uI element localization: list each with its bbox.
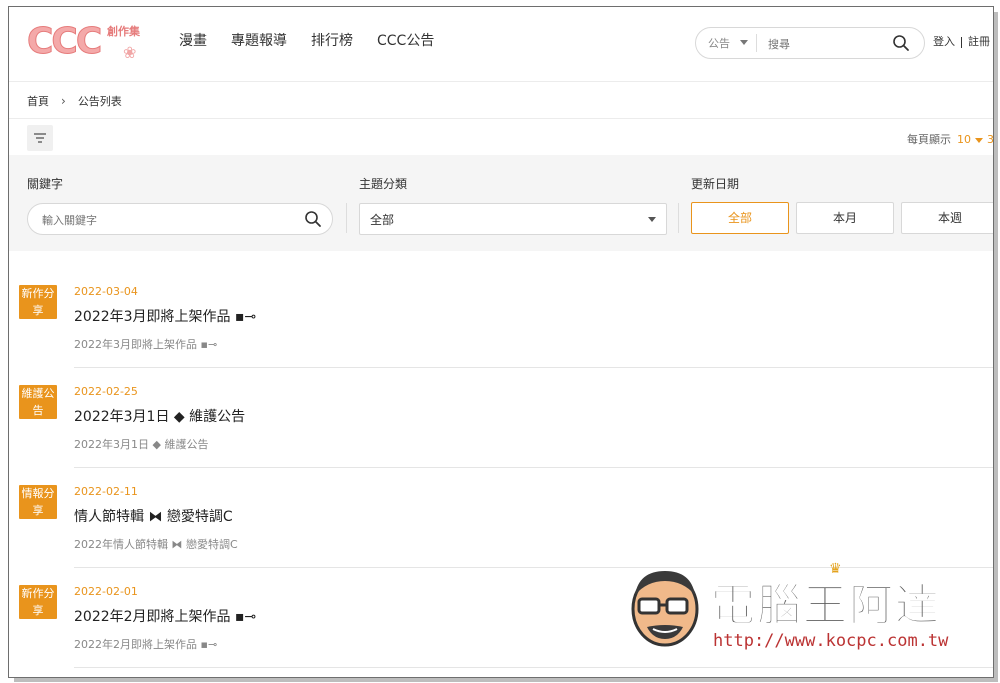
category-select[interactable]: 全部 <box>359 203 667 235</box>
date-option-month[interactable]: 本月 <box>796 202 894 234</box>
item-description: 2022年2月即將上架作品 ▪⊸ <box>74 638 218 651</box>
nav-item-announcements[interactable]: CCC公告 <box>377 31 434 51</box>
chevron-down-icon[interactable] <box>740 40 748 45</box>
category-badge: 維護公告 <box>19 385 57 419</box>
page-frame: CCC 創作集 ❀ 漫畫 專題報導 排行榜 CCC公告 公告 登入註冊 首頁 ›… <box>8 6 994 678</box>
logo-subtitle: 創作集 <box>107 25 140 38</box>
breadcrumb: 首頁 › 公告列表 <box>27 93 122 109</box>
item-description: 2022年3月1日 ◆ 維護公告 <box>74 438 209 451</box>
caret-down-icon <box>648 217 656 222</box>
search-input[interactable] <box>766 34 880 54</box>
register-link[interactable]: 註冊 <box>968 35 990 48</box>
list-item[interactable]: 新作分享 2022-03-04 2022年3月即將上架作品 ▪⊸ 2022年3月… <box>9 269 993 369</box>
per-page-label: 每頁顯示 <box>907 133 951 146</box>
filter-icon <box>34 133 46 143</box>
item-title[interactable]: 2022年3月即將上架作品 ▪⊸ <box>74 306 256 326</box>
category-label: 主題分類 <box>359 177 408 191</box>
main-nav: 漫畫 專題報導 排行榜 CCC公告 <box>179 31 458 51</box>
site-logo[interactable]: CCC 創作集 ❀ <box>26 17 155 67</box>
nav-item-comics[interactable]: 漫畫 <box>179 31 207 51</box>
item-date: 2022-03-04 <box>74 285 138 298</box>
list-item[interactable]: 維護公告 2022-02-25 2022年3月1日 ◆ 維護公告 2022年3月… <box>9 369 993 469</box>
filter-panel: 關鍵字 主題分類 全部 更新日期 全部 本月 本週 <box>9 155 993 251</box>
item-description: 2022年情人節特輯 ⧓ 戀愛特調C <box>74 538 238 551</box>
search-bar: 公告 <box>695 27 925 59</box>
auth-links: 登入 註冊 <box>933 33 990 49</box>
filter-divider <box>346 203 347 233</box>
divider <box>74 367 993 368</box>
divider <box>9 118 993 119</box>
filter-toggle-button[interactable] <box>27 125 53 151</box>
date-option-week[interactable]: 本週 <box>901 202 993 234</box>
badge-text: 維護公 <box>21 387 55 400</box>
date-label: 更新日期 <box>691 177 740 191</box>
badge-text: 享 <box>32 504 44 517</box>
per-page-selector[interactable]: 每頁顯示 10 3 <box>907 131 994 147</box>
breadcrumb-home[interactable]: 首頁 <box>27 93 49 109</box>
logo-text: CCC <box>26 21 102 63</box>
site-header: CCC 創作集 ❀ 漫畫 專題報導 排行榜 CCC公告 公告 登入註冊 <box>9 7 993 82</box>
watermark: ♛ 電腦王阿達 http://www.kocpc.com.tw <box>621 561 971 659</box>
keyword-label: 關鍵字 <box>27 177 64 191</box>
list-item[interactable]: 情報分享 2022-02-11 情人節特輯 ⧓ 戀愛特調C 2022年情人節特輯… <box>9 469 993 569</box>
chevron-down-icon[interactable] <box>975 137 983 143</box>
mascot-face-icon <box>631 571 699 647</box>
keyword-field <box>27 203 333 235</box>
badge-text: 告 <box>32 404 44 417</box>
search-icon[interactable] <box>892 34 910 52</box>
category-badge: 新作分享 <box>19 585 57 619</box>
nav-item-rankings[interactable]: 排行榜 <box>311 31 353 51</box>
badge-text: 新作分 <box>21 287 55 300</box>
per-page-value[interactable]: 10 <box>957 133 971 146</box>
badge-text: 享 <box>32 604 44 617</box>
category-badge: 情報分享 <box>19 485 57 519</box>
item-description: 2022年3月即將上架作品 ▪⊸ <box>74 338 218 351</box>
badge-text: 新作分 <box>21 587 55 600</box>
item-date: 2022-02-01 <box>74 585 138 598</box>
nav-item-features[interactable]: 專題報導 <box>231 31 287 51</box>
badge-text: 享 <box>32 304 44 317</box>
breadcrumb-current: 公告列表 <box>77 95 122 108</box>
category-badge: 新作分享 <box>19 285 57 319</box>
category-select-value: 全部 <box>370 213 395 227</box>
item-title[interactable]: 情人節特輯 ⧓ 戀愛特調C <box>74 506 233 526</box>
divider <box>74 467 993 468</box>
divider <box>74 667 993 668</box>
login-link[interactable]: 登入 <box>933 35 955 48</box>
date-option-all[interactable]: 全部 <box>691 202 789 234</box>
item-date: 2022-02-11 <box>74 485 138 498</box>
watermark-url: http://www.kocpc.com.tw <box>713 631 949 651</box>
badge-text: 情報分 <box>21 487 55 500</box>
chevron-right-icon: › <box>61 94 66 108</box>
auth-divider <box>961 36 962 48</box>
item-date: 2022-02-25 <box>74 385 138 398</box>
per-page-extra: 3 <box>987 133 994 146</box>
keyword-input[interactable] <box>40 211 284 229</box>
search-divider <box>756 34 757 52</box>
watermark-title: 電腦王阿達 <box>711 580 941 632</box>
filter-divider <box>678 203 679 233</box>
search-category-select[interactable]: 公告 <box>708 35 730 51</box>
search-icon[interactable] <box>304 210 322 228</box>
item-title[interactable]: 2022年2月即將上架作品 ▪⊸ <box>74 606 256 626</box>
flower-icon: ❀ <box>123 43 137 62</box>
item-title[interactable]: 2022年3月1日 ◆ 維護公告 <box>74 406 245 426</box>
